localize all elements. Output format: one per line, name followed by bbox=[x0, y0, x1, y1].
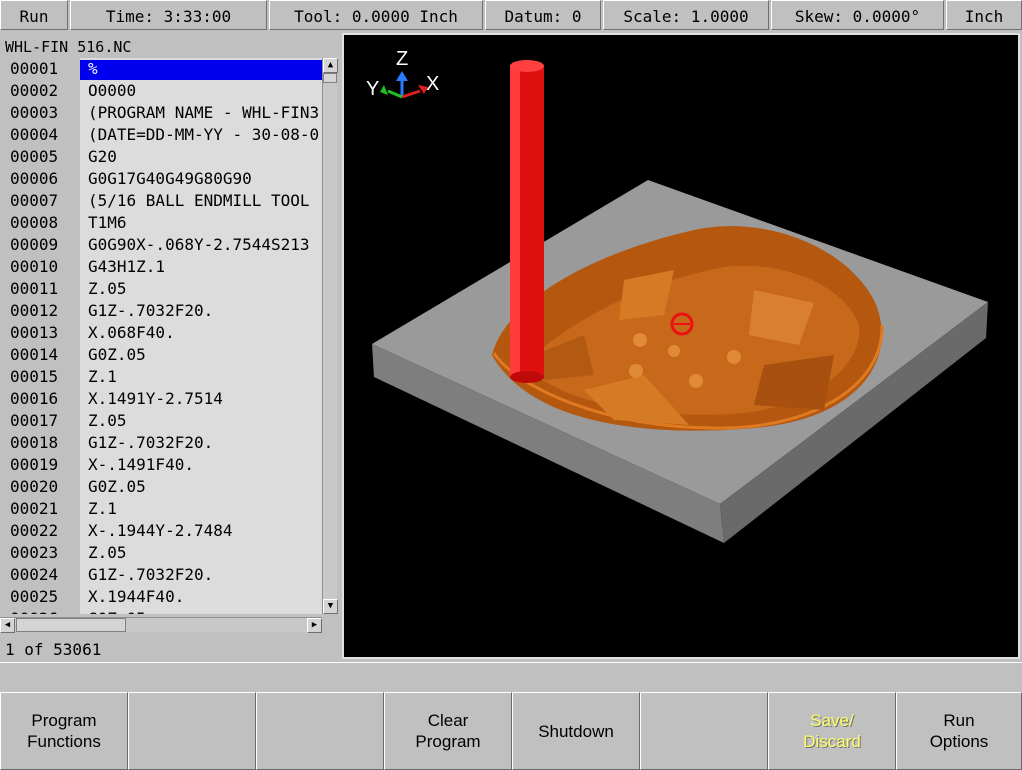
line-number: 00007 bbox=[10, 191, 59, 210]
save-discard-button[interactable]: Save/ Discard bbox=[768, 692, 896, 770]
line-position-readout: 1 of 53061 bbox=[5, 640, 102, 659]
horizontal-scrollbar[interactable]: ◀ ▶ bbox=[0, 617, 322, 633]
gcode-line[interactable]: Z.05 bbox=[88, 278, 127, 300]
gcode-line[interactable]: Z.1 bbox=[88, 366, 117, 388]
cutting-tool-highlight bbox=[510, 65, 520, 377]
scroll-left-arrow-icon[interactable]: ◀ bbox=[0, 618, 15, 633]
skew-readout: Skew: 0.0000° bbox=[771, 0, 944, 30]
gcode-line[interactable]: X.1944F40. bbox=[88, 586, 184, 608]
line-number: 00009 bbox=[10, 235, 59, 254]
horizontal-scroll-thumb[interactable] bbox=[16, 618, 126, 632]
toolpath-3d-viewport[interactable]: Z Y X bbox=[342, 33, 1020, 659]
line-number: 00018 bbox=[10, 433, 59, 452]
tool-readout: Tool: 0.0000 Inch bbox=[269, 0, 483, 30]
line-number: 00020 bbox=[10, 477, 59, 496]
shutdown-button[interactable]: Shutdown bbox=[512, 692, 640, 770]
line-number: 00019 bbox=[10, 455, 59, 474]
gcode-line[interactable]: G1Z-.7032F20. bbox=[88, 300, 213, 322]
line-number: 00026 bbox=[10, 608, 58, 614]
line-number-column: 00001 00002 00003 00004 00005 00006 00007 00008… bbox=[0, 58, 80, 614]
gcode-line[interactable]: G20 bbox=[88, 146, 117, 168]
line-number: 00021 bbox=[10, 499, 59, 518]
line-number: 00016 bbox=[10, 389, 59, 408]
vertical-scroll-thumb[interactable] bbox=[323, 73, 337, 83]
blank-softkey-2[interactable] bbox=[128, 692, 256, 770]
line-number: 00001 bbox=[10, 59, 59, 78]
vertical-scrollbar[interactable]: ▲ ▼ bbox=[322, 58, 338, 614]
line-number: 00006 bbox=[10, 169, 59, 188]
gcode-line[interactable]: G0Z.05 bbox=[88, 476, 146, 498]
blank-softkey-3[interactable] bbox=[256, 692, 384, 770]
line-number: 00014 bbox=[10, 345, 59, 364]
axis-z-label: Z bbox=[396, 48, 408, 70]
selected-line-highlight bbox=[80, 60, 322, 80]
message-bar bbox=[0, 662, 1022, 690]
line-number: 00017 bbox=[10, 411, 59, 430]
scroll-up-arrow-icon[interactable]: ▲ bbox=[323, 58, 338, 73]
line-number: 00022 bbox=[10, 521, 59, 540]
axis-triad-icon: Z Y X bbox=[366, 48, 439, 100]
clear-program-button[interactable]: Clear Program bbox=[384, 692, 512, 770]
scroll-down-arrow-icon[interactable]: ▼ bbox=[323, 599, 338, 614]
wheel-lug-bump bbox=[727, 350, 741, 364]
run-options-button[interactable]: Run Options bbox=[896, 692, 1022, 770]
gcode-line[interactable]: X-.1491F40. bbox=[88, 454, 194, 476]
gcode-line[interactable]: (DATE=DD-MM-YY - 30-08-0 bbox=[88, 124, 319, 146]
scroll-right-arrow-icon[interactable]: ▶ bbox=[307, 618, 322, 633]
gcode-line[interactable]: % bbox=[88, 58, 98, 80]
axis-x-label: X bbox=[426, 73, 439, 95]
line-number: 00015 bbox=[10, 367, 59, 386]
gcode-line[interactable]: G1Z-.7032F20. bbox=[88, 432, 213, 454]
gcode-line[interactable]: (5/16 BALL ENDMILL TOOL bbox=[88, 190, 310, 212]
gcode-line[interactable]: G0Z.05 bbox=[88, 608, 146, 614]
line-number: 00012 bbox=[10, 301, 59, 320]
blank-softkey-6[interactable] bbox=[640, 692, 768, 770]
wheel-lug-bump bbox=[668, 345, 680, 357]
line-number: 00023 bbox=[10, 543, 59, 562]
scale-readout: Scale: 1.0000 bbox=[603, 0, 769, 30]
gcode-line[interactable]: G0G17G40G49G80G90 bbox=[88, 168, 252, 190]
gcode-line[interactable]: X.1491Y-2.7514 bbox=[88, 388, 223, 410]
datum-readout: Datum: 0 bbox=[485, 0, 601, 30]
line-number: 00010 bbox=[10, 257, 59, 276]
gcode-line[interactable]: G1Z-.7032F20. bbox=[88, 564, 213, 586]
gcode-line[interactable]: T1M6 bbox=[88, 212, 127, 234]
units-indicator: Inch bbox=[946, 0, 1022, 30]
gcode-line[interactable]: G0G90X-.068Y-2.7544S213 bbox=[88, 234, 310, 256]
gcode-listing[interactable]: % O0000 (PROGRAM NAME - WHL-FIN3 (DATE=DD-M… bbox=[80, 58, 322, 614]
program-functions-button[interactable]: Program Functions bbox=[0, 692, 128, 770]
wheel-lug-bump bbox=[629, 364, 643, 378]
gcode-line[interactable]: G0Z.05 bbox=[88, 344, 146, 366]
line-number: 00004 bbox=[10, 125, 59, 144]
gcode-line[interactable]: X.068F40. bbox=[88, 322, 175, 344]
time-readout: Time: 3:33:00 bbox=[70, 0, 267, 30]
axis-y-label: Y bbox=[366, 78, 379, 100]
line-number: 00003 bbox=[10, 103, 59, 122]
wheel-lug-bump bbox=[633, 333, 647, 347]
mode-indicator: Run bbox=[0, 0, 68, 30]
gcode-line[interactable]: (PROGRAM NAME - WHL-FIN3 bbox=[88, 102, 319, 124]
line-number: 00025 bbox=[10, 587, 59, 606]
line-number: 00005 bbox=[10, 147, 59, 166]
soft-key-bar: Program Functions Clear Program Shutdown Sa… bbox=[0, 692, 1022, 770]
status-bar: Run Time: 3:33:00 Tool: 0.0000 Inch Datu… bbox=[0, 0, 1022, 32]
line-number: 00011 bbox=[10, 279, 59, 298]
line-number: 00024 bbox=[10, 565, 59, 584]
gcode-line[interactable]: G43H1Z.1 bbox=[88, 256, 165, 278]
gcode-line[interactable]: Z.05 bbox=[88, 542, 127, 564]
cutting-tool-tip bbox=[510, 371, 544, 383]
cutting-tool-top bbox=[510, 60, 544, 72]
line-number: 00008 bbox=[10, 213, 59, 232]
wheel-lug-bump bbox=[689, 374, 703, 388]
gcode-line[interactable]: X-.1944Y-2.7484 bbox=[88, 520, 233, 542]
line-number: 00002 bbox=[10, 81, 59, 100]
gcode-line[interactable]: O0000 bbox=[88, 80, 136, 102]
gcode-line[interactable]: Z.05 bbox=[88, 410, 127, 432]
program-filename: WHL-FIN 516.NC bbox=[5, 38, 132, 56]
gcode-line[interactable]: Z.1 bbox=[88, 498, 117, 520]
line-number: 00013 bbox=[10, 323, 59, 342]
